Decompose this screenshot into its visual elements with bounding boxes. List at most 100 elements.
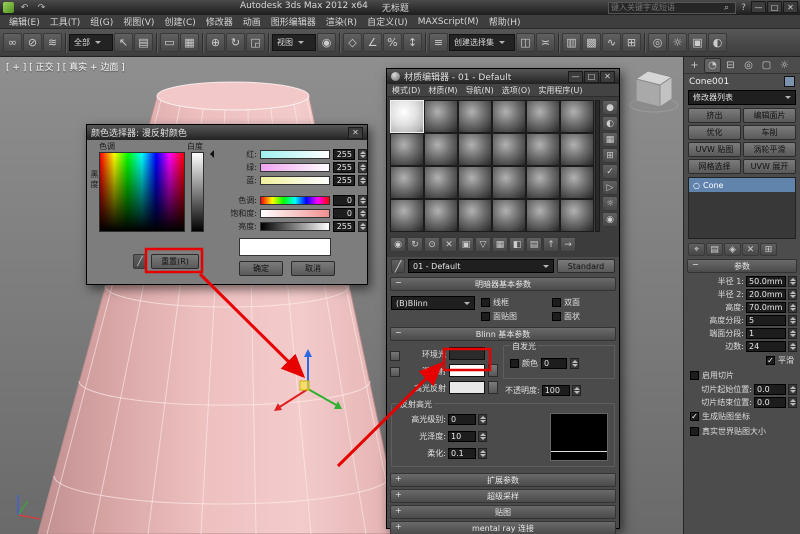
select-and-move-icon[interactable]: ⊕: [206, 33, 225, 52]
select-and-scale-icon[interactable]: ◲: [246, 33, 265, 52]
go-to-sibling-icon[interactable]: →: [560, 237, 576, 252]
radius1-spinner[interactable]: [788, 276, 797, 287]
ambient-color-swatch[interactable]: [449, 347, 485, 360]
material-slot[interactable]: [492, 133, 526, 166]
blue-spinner[interactable]: [358, 175, 367, 186]
real-world-map-size-checkbox[interactable]: [690, 427, 699, 436]
infocenter-search[interactable]: ⌕: [608, 2, 736, 14]
smooth-checkbox[interactable]: ✓: [766, 356, 775, 365]
lock-diffuse-specular-icon[interactable]: [390, 367, 400, 377]
make-copy-icon[interactable]: ▣: [458, 237, 474, 252]
cap-segments-spinner[interactable]: [788, 328, 797, 339]
unlink-selection-icon[interactable]: ⊘: [23, 33, 42, 52]
material-slot[interactable]: [492, 100, 526, 133]
bind-to-space-warp-icon[interactable]: ≋: [43, 33, 62, 52]
menu-customize[interactable]: 自定义(U): [362, 15, 413, 28]
backlight-icon[interactable]: ◐: [602, 116, 618, 131]
put-to-scene-icon[interactable]: ↻: [407, 237, 423, 252]
assign-to-selection-icon[interactable]: ⊙: [424, 237, 440, 252]
pick-material-icon[interactable]: ╱: [391, 259, 405, 273]
select-and-link-icon[interactable]: ∞: [3, 33, 22, 52]
go-to-parent-icon[interactable]: ↑: [543, 237, 559, 252]
menu-rendering[interactable]: 渲染(R): [321, 15, 362, 28]
faceted-checkbox[interactable]: [552, 312, 561, 321]
blue-slider[interactable]: [260, 176, 330, 185]
video-color-check-icon[interactable]: ✓: [602, 164, 618, 179]
menu-edit[interactable]: 编辑(E): [4, 15, 45, 28]
material-slot[interactable]: [458, 133, 492, 166]
hue-spinner[interactable]: [358, 195, 367, 206]
get-material-icon[interactable]: ◉: [390, 237, 406, 252]
selection-filter-dropdown[interactable]: 全部: [69, 34, 113, 51]
blinn-basic-params-header[interactable]: − Blinn 基本参数: [390, 327, 616, 341]
mental-ray-connection-header[interactable]: + mental ray 连接: [390, 521, 616, 534]
pin-stack-icon[interactable]: ⌖: [688, 243, 705, 256]
height-segments-field[interactable]: 5: [746, 315, 786, 326]
stack-item-cone[interactable]: ○ Cone: [689, 178, 795, 192]
specular-level-spinner[interactable]: [478, 414, 487, 425]
turbosmooth-button[interactable]: 涡轮平滑: [743, 142, 796, 157]
select-and-rotate-icon[interactable]: ↻: [226, 33, 245, 52]
material-slot[interactable]: [458, 166, 492, 199]
lathe-button[interactable]: 车削: [743, 125, 796, 140]
slice-to-field[interactable]: 0.0: [754, 397, 786, 408]
material-slot[interactable]: [458, 100, 492, 133]
menu-tools[interactable]: 工具(T): [45, 15, 86, 28]
hue-saturation-field[interactable]: [99, 152, 185, 232]
menu-modifiers[interactable]: 修改器: [201, 15, 238, 28]
radius2-field[interactable]: 20.0mm: [746, 289, 786, 300]
material-slot[interactable]: [492, 199, 526, 232]
material-slot[interactable]: [492, 166, 526, 199]
sample-scrollbar[interactable]: [595, 100, 600, 232]
show-end-result-icon[interactable]: ▤: [526, 237, 542, 252]
material-editor-titlebar[interactable]: 材质编辑器 - 01 - Default — □ ✕: [387, 69, 619, 84]
material-editor-icon[interactable]: ◎: [648, 33, 667, 52]
reference-coordinate-dropdown[interactable]: 视图: [272, 34, 316, 51]
sample-tiling-icon[interactable]: ⊞: [602, 148, 618, 163]
glossiness-spinner[interactable]: [478, 431, 487, 442]
reset-map-icon[interactable]: ✕: [441, 237, 457, 252]
minimize-icon[interactable]: —: [568, 71, 583, 83]
material-slot[interactable]: [458, 199, 492, 232]
self-illum-field[interactable]: 0: [541, 358, 567, 369]
spinner-snap-icon[interactable]: ↕: [403, 33, 422, 52]
rectangular-selection-region-icon[interactable]: ▭: [160, 33, 179, 52]
snap-toggle-icon[interactable]: ◇: [343, 33, 362, 52]
specular-map-button[interactable]: [488, 381, 498, 394]
material-id-icon[interactable]: ▦: [492, 237, 508, 252]
whiteness-marker[interactable]: [206, 150, 214, 158]
background-icon[interactable]: ▦: [602, 132, 618, 147]
schematic-view-icon[interactable]: ⊞: [622, 33, 641, 52]
opacity-field[interactable]: 100: [542, 385, 570, 396]
sides-spinner[interactable]: [788, 341, 797, 352]
extended-params-header[interactable]: + 扩展参数: [390, 473, 616, 487]
make-unique-icon[interactable]: ◈: [724, 243, 741, 256]
slice-from-field[interactable]: 0.0: [754, 384, 786, 395]
eyedropper-icon[interactable]: ╱: [133, 254, 147, 269]
minimize-icon[interactable]: —: [751, 1, 766, 13]
menu-material[interactable]: 材质(M): [428, 85, 457, 96]
render-setup-icon[interactable]: ☼: [668, 33, 687, 52]
two-sided-checkbox[interactable]: [552, 298, 561, 307]
use-pivot-center-icon[interactable]: ◉: [317, 33, 336, 52]
self-illum-color-checkbox[interactable]: [510, 359, 519, 368]
mirror-icon[interactable]: ◫: [516, 33, 535, 52]
edit-patch-button[interactable]: 编辑面片: [743, 108, 796, 123]
material-slot[interactable]: [560, 100, 594, 133]
search-icon[interactable]: ⌕: [720, 2, 733, 14]
percent-snap-icon[interactable]: %: [383, 33, 402, 52]
curve-editor-icon[interactable]: ∿: [602, 33, 621, 52]
material-slot[interactable]: [424, 100, 458, 133]
soften-field[interactable]: 0.1: [448, 448, 476, 459]
diffuse-map-button[interactable]: [488, 364, 498, 377]
optimize-button[interactable]: 优化: [688, 125, 741, 140]
material-slot[interactable]: [390, 133, 424, 166]
radius1-field[interactable]: 50.0mm: [746, 276, 786, 287]
mesh-select-button[interactable]: 网格选择: [688, 159, 741, 174]
parameters-rollout-header[interactable]: − 参数: [687, 259, 797, 273]
cancel-button[interactable]: 取消: [291, 261, 335, 276]
help-icon[interactable]: ?: [737, 2, 750, 14]
face-map-checkbox[interactable]: [481, 312, 490, 321]
green-spinner[interactable]: [358, 162, 367, 173]
object-color-swatch[interactable]: [784, 76, 795, 87]
